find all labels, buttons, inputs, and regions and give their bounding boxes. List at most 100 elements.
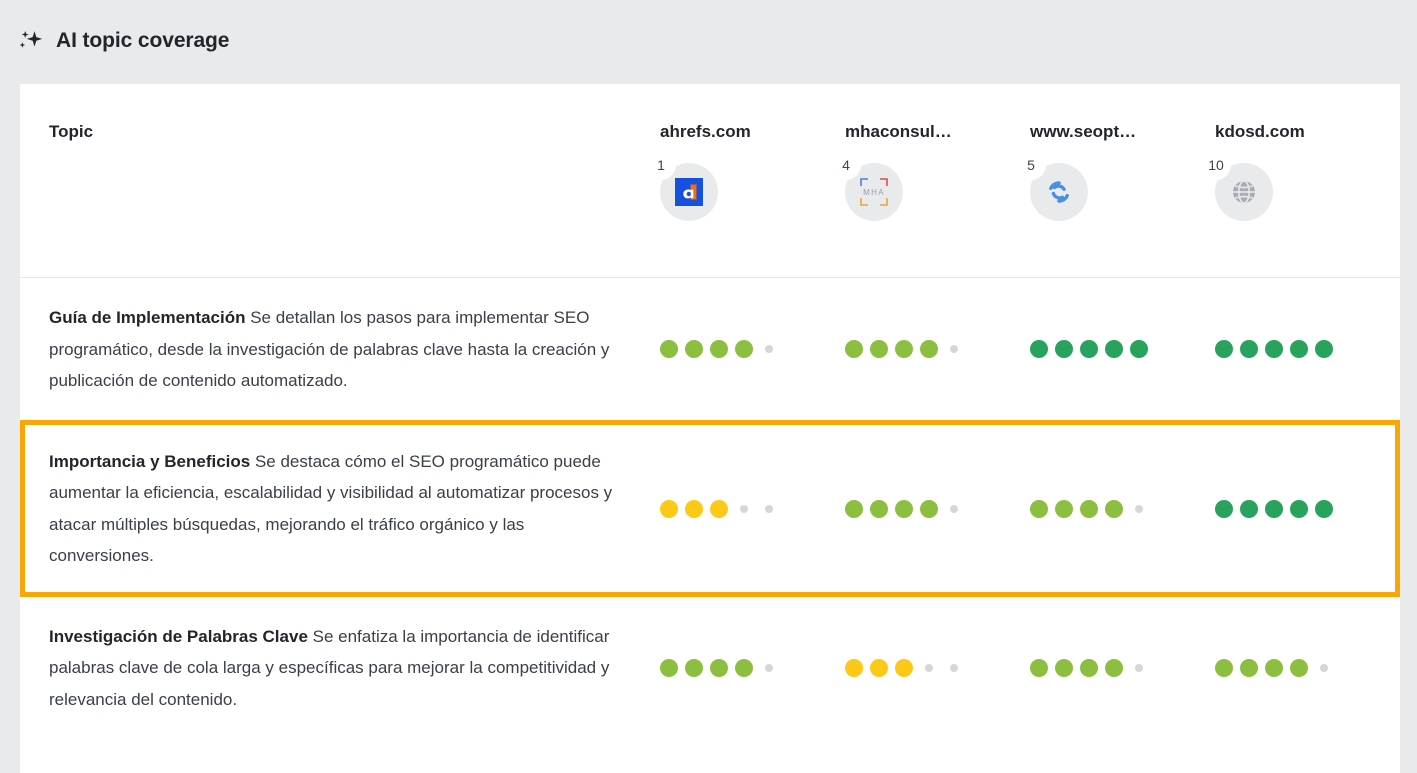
table-row[interactable]: Guía de Implementación Se detallan los p…	[20, 278, 1400, 421]
coverage-dot-filled	[870, 500, 888, 518]
coverage-dot-filled	[895, 500, 913, 518]
coverage-cell	[660, 421, 845, 596]
site-favicon-1: MHA 4	[845, 163, 903, 221]
coverage-dots	[1215, 659, 1400, 677]
coverage-dot-filled	[660, 500, 678, 518]
coverage-dot-filled	[1315, 340, 1333, 358]
coverage-cell	[1030, 596, 1215, 739]
coverage-cell	[1030, 278, 1215, 421]
topic-title: Guía de Implementación	[49, 308, 246, 327]
coverage-cell	[1215, 278, 1400, 421]
column-header-site-0-label: ahrefs.com	[660, 122, 832, 142]
coverage-dot-filled	[920, 340, 938, 358]
coverage-dot-empty	[765, 345, 773, 353]
coverage-dot-filled	[845, 500, 863, 518]
coverage-dot-filled	[1290, 659, 1308, 677]
coverage-dot-filled	[1080, 500, 1098, 518]
coverage-dot-empty	[1135, 664, 1143, 672]
coverage-dot-filled	[1265, 500, 1283, 518]
coverage-dot-filled	[845, 659, 863, 677]
coverage-dot-empty	[925, 664, 933, 672]
coverage-dots	[845, 500, 1030, 518]
coverage-dot-filled	[1315, 500, 1333, 518]
coverage-dots	[660, 500, 845, 518]
column-header-site-0[interactable]: ahrefs.com	[660, 84, 845, 277]
coverage-dot-filled	[1215, 500, 1233, 518]
site-rank-1: 4	[831, 150, 861, 180]
seopt-favicon	[1044, 177, 1074, 207]
column-header-topic: Topic	[20, 84, 660, 277]
coverage-dots	[1030, 340, 1215, 358]
coverage-dot-filled	[895, 340, 913, 358]
site-favicon-0: 1	[660, 163, 718, 221]
table-row[interactable]: Importancia y Beneficios Se destaca cómo…	[20, 421, 1400, 596]
site-rank-3: 10	[1201, 150, 1231, 180]
coverage-dot-filled	[685, 659, 703, 677]
coverage-dot-filled	[1265, 659, 1283, 677]
coverage-dots	[845, 340, 1030, 358]
coverage-dot-empty	[1320, 664, 1328, 672]
coverage-dots	[1215, 500, 1400, 518]
coverage-dot-filled	[895, 659, 913, 677]
topic-title: Importancia y Beneficios	[49, 452, 250, 471]
topic-title: Investigación de Palabras Clave	[49, 627, 308, 646]
site-rank-0: 1	[646, 150, 676, 180]
column-header-site-1[interactable]: mhaconsul… MHA	[845, 84, 1030, 277]
coverage-cell	[660, 596, 845, 739]
coverage-dot-filled	[1290, 340, 1308, 358]
coverage-cell	[1030, 421, 1215, 596]
coverage-dots	[660, 659, 845, 677]
table-row[interactable]: Investigación de Palabras Clave Se enfat…	[20, 596, 1400, 739]
coverage-dot-filled	[870, 340, 888, 358]
coverage-dot-filled	[1030, 500, 1048, 518]
coverage-dots	[1215, 340, 1400, 358]
coverage-dot-empty	[740, 505, 748, 513]
coverage-dot-filled	[735, 659, 753, 677]
coverage-dot-filled	[1055, 340, 1073, 358]
coverage-dot-filled	[920, 500, 938, 518]
coverage-cell	[845, 421, 1030, 596]
topic-cell: Investigación de Palabras Clave Se enfat…	[20, 596, 660, 739]
coverage-dot-filled	[1030, 340, 1048, 358]
coverage-dot-empty	[765, 664, 773, 672]
table-head: Topic ahrefs.com	[20, 84, 1400, 278]
topic-coverage-table: Topic ahrefs.com	[20, 84, 1400, 739]
coverage-cell	[660, 278, 845, 421]
coverage-dot-filled	[1080, 659, 1098, 677]
page-title: AI topic coverage	[56, 29, 229, 53]
coverage-dot-filled	[1055, 500, 1073, 518]
coverage-dot-filled	[1240, 500, 1258, 518]
site-favicon-3: 10	[1215, 163, 1273, 221]
coverage-dot-empty	[950, 664, 958, 672]
coverage-dot-filled	[1080, 340, 1098, 358]
coverage-cell	[1215, 421, 1400, 596]
column-header-site-3-label: kdosd.com	[1215, 122, 1387, 142]
ai-topic-coverage-card: Topic ahrefs.com	[20, 84, 1400, 773]
coverage-dot-filled	[685, 500, 703, 518]
coverage-dot-filled	[710, 659, 728, 677]
coverage-dot-filled	[1265, 340, 1283, 358]
coverage-dot-filled	[1030, 659, 1048, 677]
column-header-site-3[interactable]: kdosd.com	[1215, 84, 1400, 277]
coverage-dots	[1030, 659, 1215, 677]
column-header-site-2[interactable]: www.seopt… 5	[1030, 84, 1215, 277]
column-header-site-1-label: mhaconsul…	[845, 122, 1017, 142]
coverage-dot-filled	[845, 340, 863, 358]
site-favicon-2: 5	[1030, 163, 1088, 221]
coverage-cell	[845, 278, 1030, 421]
coverage-dot-filled	[685, 340, 703, 358]
coverage-dot-filled	[660, 340, 678, 358]
coverage-dots	[1030, 500, 1215, 518]
globe-favicon	[1230, 178, 1258, 206]
coverage-dot-filled	[710, 340, 728, 358]
section-header: AI topic coverage	[0, 0, 1417, 54]
coverage-dot-filled	[1240, 340, 1258, 358]
coverage-dot-filled	[660, 659, 678, 677]
topic-cell: Guía de Implementación Se detallan los p…	[20, 278, 660, 421]
coverage-dot-filled	[1215, 340, 1233, 358]
coverage-dot-empty	[765, 505, 773, 513]
coverage-dot-filled	[1105, 340, 1123, 358]
coverage-dot-empty	[950, 345, 958, 353]
topic-cell: Importancia y Beneficios Se destaca cómo…	[20, 421, 660, 596]
mha-favicon: MHA	[857, 175, 891, 209]
